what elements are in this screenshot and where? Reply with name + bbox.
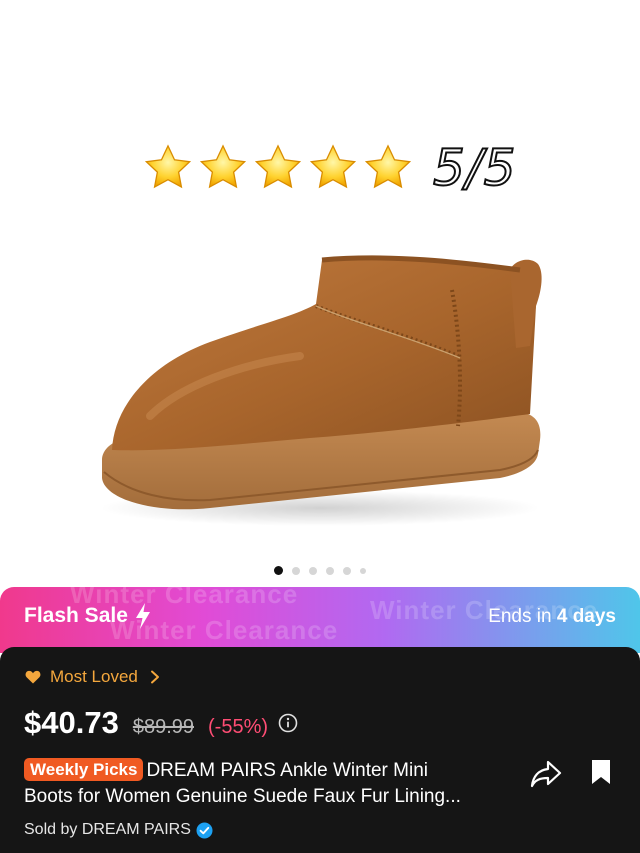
star-icon xyxy=(309,144,357,189)
flash-sale-label: Flash Sale xyxy=(24,602,152,630)
info-icon[interactable] xyxy=(278,713,298,733)
carousel-indicator xyxy=(0,566,640,575)
seller-info[interactable]: Sold by DREAM PAIRS xyxy=(24,821,213,839)
most-loved-link[interactable]: Most Loved xyxy=(25,667,160,687)
countdown-prefix: Ends in xyxy=(488,606,552,627)
countdown-value: 4 days xyxy=(556,606,616,627)
boot-product-photo xyxy=(100,255,542,526)
lightning-bolt-icon xyxy=(135,603,150,629)
flash-sale-title: Flash Sale xyxy=(24,604,128,627)
original-price: $89.99 xyxy=(132,716,194,738)
heart-icon xyxy=(25,670,41,684)
star-icon xyxy=(144,144,192,189)
rating-overlay: 5/5 xyxy=(142,142,516,194)
rating-text: 5/5 xyxy=(432,139,517,197)
verified-badge-icon xyxy=(196,822,213,838)
star-icon xyxy=(254,144,302,189)
flash-sale-banner[interactable]: Winter Clearance Winter Clearance Winter… xyxy=(0,587,640,653)
carousel-dot[interactable] xyxy=(343,566,351,575)
product-title-line-1: DREAM PAIRS Ankle Winter Mini xyxy=(146,760,428,781)
bookmark-icon[interactable] xyxy=(589,758,613,786)
carousel-dot[interactable] xyxy=(309,566,317,575)
most-loved-label: Most Loved xyxy=(50,667,138,686)
star-icon xyxy=(199,144,247,189)
seller-label: Sold by DREAM PAIRS xyxy=(24,821,191,838)
product-title: Weekly Picks DREAM PAIRS Ankle Winter Min… xyxy=(24,758,524,810)
star-icon xyxy=(364,144,412,189)
weekly-picks-badge[interactable]: Weekly Picks xyxy=(24,758,144,781)
carousel-dot[interactable] xyxy=(292,566,300,575)
discount-percent: (-55%) xyxy=(208,716,269,738)
share-icon[interactable] xyxy=(530,759,562,789)
carousel-dot-active[interactable] xyxy=(274,566,283,575)
chevron-right-icon xyxy=(150,670,159,684)
carousel-dot[interactable] xyxy=(326,566,334,575)
price-row: $40.73 $89.99 (-55%) xyxy=(24,705,298,741)
product-title-line-2: Boots for Women Genuine Suede Faux Fur L… xyxy=(24,786,461,807)
current-price: $40.73 xyxy=(24,705,119,740)
product-image-carousel[interactable]: 5/5 xyxy=(0,0,640,588)
flash-sale-countdown: Ends in 4 days xyxy=(488,606,616,628)
product-info-panel: Most Loved $40.73 $89.99 (-55%) Weekly P… xyxy=(0,647,640,853)
carousel-dot[interactable] xyxy=(360,567,366,574)
